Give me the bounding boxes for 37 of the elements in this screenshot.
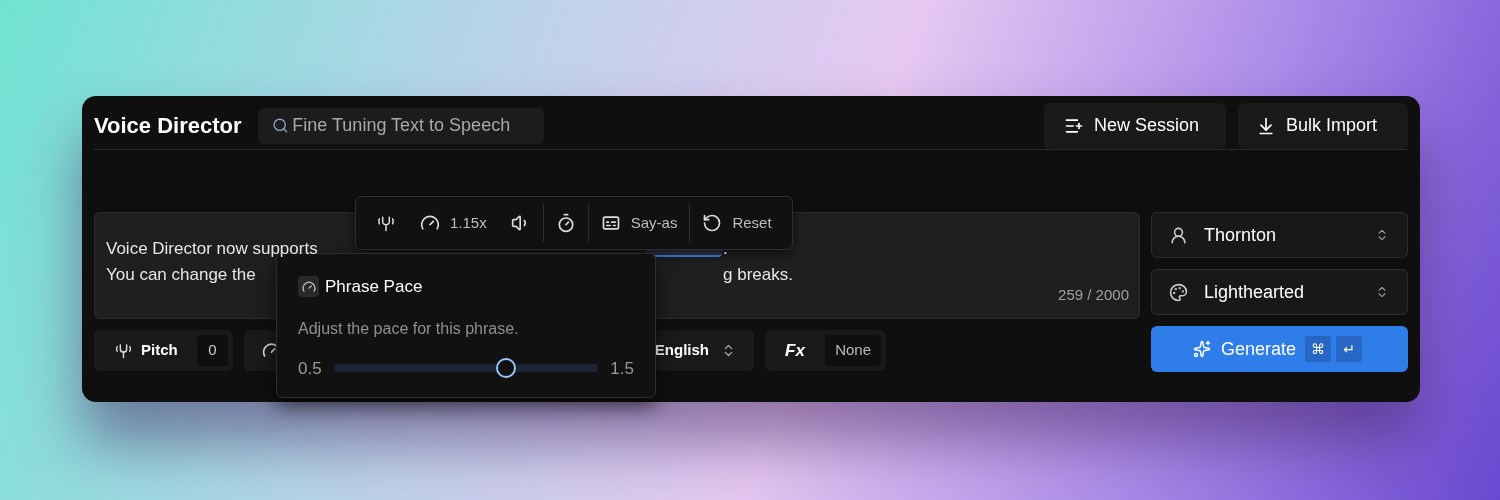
popover-title: Phrase Pace: [325, 276, 423, 298]
sparkles-icon: [1193, 340, 1211, 358]
character-counter: 259 / 2000: [1058, 285, 1129, 305]
slider-min: 0.5: [298, 357, 322, 380]
captions-icon: [600, 213, 621, 233]
pace-tool[interactable]: 1.15x: [408, 203, 499, 243]
editor-text: You can change the: [106, 264, 256, 286]
voice-select[interactable]: Thornton: [1151, 212, 1408, 258]
popover-description: Adjust the pace for this phrase.: [298, 318, 520, 339]
slider-max: 1.5: [610, 357, 634, 380]
search-input[interactable]: Fine Tuning Text to Speech: [292, 112, 530, 139]
gauge-icon: [298, 276, 319, 298]
gauge-icon: [420, 213, 440, 233]
tuning-fork-icon: [376, 213, 396, 233]
search-icon: [271, 117, 289, 134]
palette-icon: [1169, 282, 1188, 302]
reset-icon: [702, 213, 723, 233]
app-title: Voice Director: [94, 112, 242, 140]
effects-control[interactable]: Fx None: [765, 330, 886, 371]
shortcut-key: ⌘: [1305, 336, 1332, 362]
user-icon: [1169, 225, 1188, 245]
slider-thumb[interactable]: [495, 358, 516, 379]
tuning-fork-icon: [114, 341, 133, 360]
editor-text: g breaks.: [723, 264, 793, 286]
download-icon: [1256, 115, 1276, 136]
new-session-button[interactable]: New Session: [1044, 102, 1226, 149]
pitch-value: 0: [197, 335, 228, 366]
search-field[interactable]: Fine Tuning Text to Speech: [257, 107, 544, 144]
style-select[interactable]: Lighthearted: [1151, 269, 1408, 315]
say-as-tool[interactable]: Say-as: [588, 203, 690, 243]
pitch-control[interactable]: Pitch 0: [94, 330, 233, 371]
editor-text: Voice Director now supports: [106, 238, 318, 260]
generate-button[interactable]: Generate ⌘ ↵: [1151, 326, 1408, 372]
bulk-import-button[interactable]: Bulk Import: [1238, 102, 1408, 149]
effects-value: None: [825, 335, 881, 366]
shortcut-key: ↵: [1336, 336, 1363, 362]
pace-slider[interactable]: [333, 357, 599, 380]
